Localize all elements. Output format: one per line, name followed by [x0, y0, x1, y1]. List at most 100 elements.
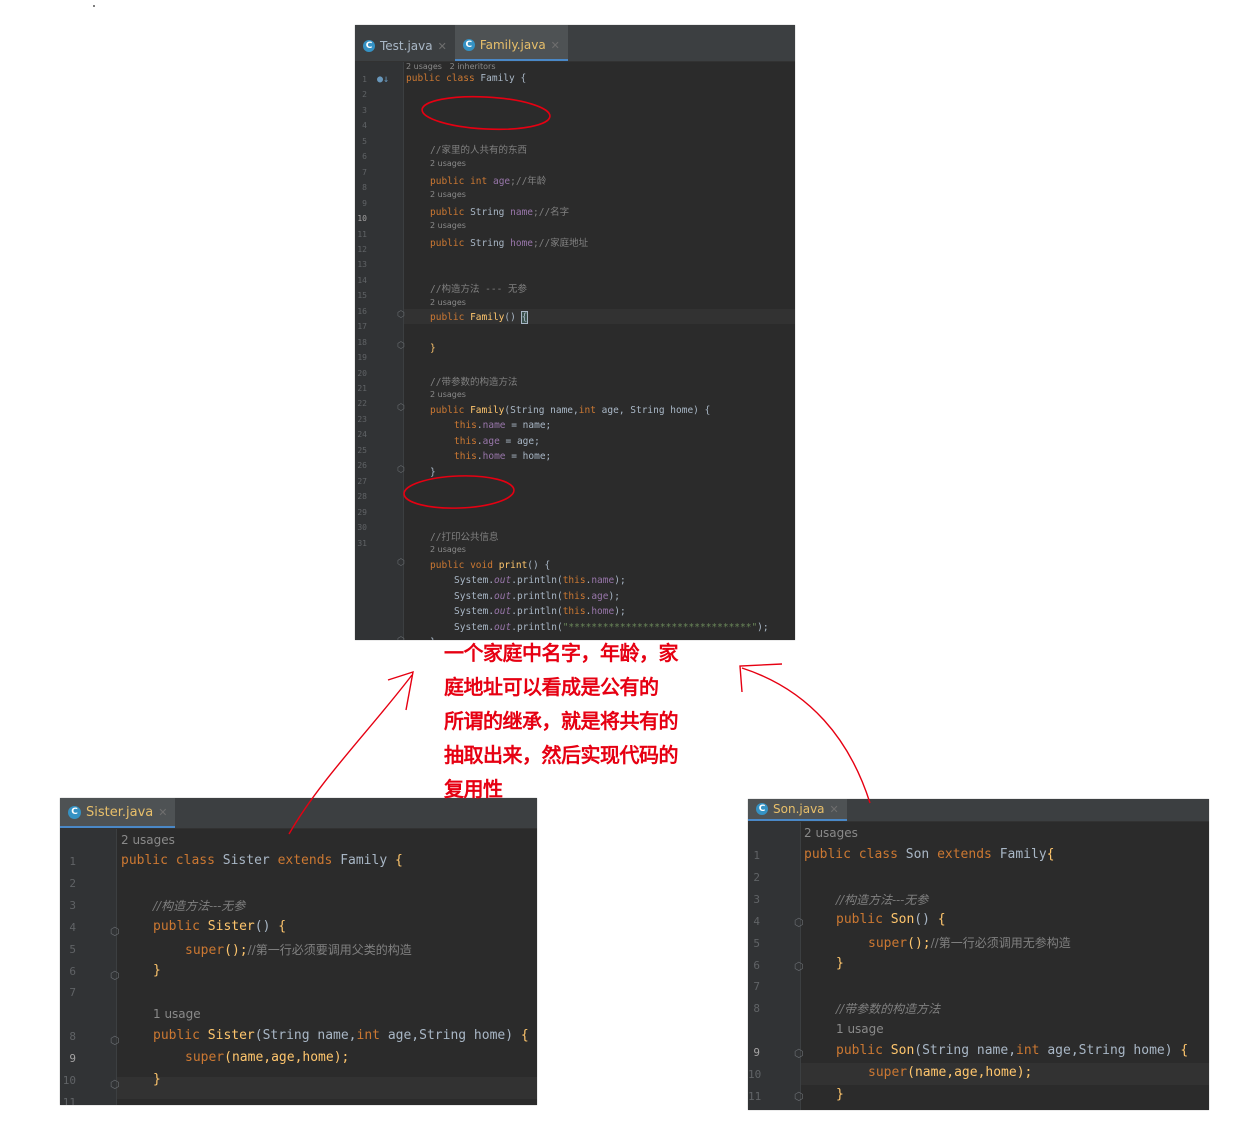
line-number: 27 — [357, 476, 367, 486]
line-number: 6 — [69, 964, 76, 978]
text-caret: { — [520, 311, 529, 324]
code-line-5: super();//第一行必须调用无参构造 — [868, 936, 1071, 951]
close-icon[interactable]: ✕ — [551, 39, 560, 52]
fold-icon[interactable]: ⬡ — [794, 1090, 804, 1103]
annotation-text: 一个家庭中名字，年龄，家 庭地址可以看成是公有的 所谓的继承，就是将共有的 抽取… — [444, 636, 704, 806]
usage-hint[interactable]: 2 usages — [121, 833, 175, 847]
code-line-6: } — [153, 963, 161, 978]
fold-icon[interactable]: ⬡ — [110, 969, 120, 982]
line-number: 2 — [753, 870, 760, 884]
code-line-1: public class Family { — [406, 73, 527, 84]
sister-editor: C Sister.java ✕ 1 2 3 4 5 6 7 8 9 10 11 ⬡ ⬡ ⬡ ⬡ 2 … — [60, 798, 537, 1105]
java-class-icon: C — [363, 40, 375, 52]
line-number: 2 — [362, 90, 367, 100]
fold-icon[interactable]: ⬡ — [110, 925, 120, 938]
close-icon[interactable]: ✕ — [438, 40, 447, 53]
line-number: 15 — [357, 291, 367, 301]
usage-hint[interactable]: 2 usages 2 inheritors — [406, 62, 496, 71]
line-number: 6 — [362, 152, 367, 162]
tab-label: Test.java — [380, 39, 433, 53]
fold-icon[interactable]: ⬡ — [794, 916, 804, 929]
usage-hint[interactable]: 1 usage — [153, 1007, 201, 1021]
code-line-12: } — [430, 343, 436, 354]
code-line-25: System.out.println(this.name); — [454, 575, 626, 586]
usage-hint[interactable]: 2 usages — [430, 298, 466, 307]
fold-icon[interactable]: ⬡ — [110, 1034, 120, 1047]
fold-icon[interactable]: ⬡ — [397, 636, 405, 640]
close-icon[interactable]: ✕ — [158, 806, 167, 819]
line-number: 7 — [753, 980, 760, 994]
java-class-icon: C — [462, 39, 475, 51]
current-line-highlight — [355, 309, 795, 324]
line-number: 10 — [357, 214, 367, 224]
tab-label: Son.java — [773, 802, 825, 816]
usage-hint[interactable]: 2 usages — [430, 159, 466, 168]
code-comment: //家里的人共有的东西 — [430, 145, 527, 156]
fold-icon[interactable]: ⬡ — [397, 310, 405, 320]
usage-hint[interactable]: 2 usages — [430, 390, 466, 399]
tab-family-java[interactable]: C Family.java ✕ — [454, 25, 568, 61]
code-line-15: public Family(String name,int age, Strin… — [430, 405, 711, 416]
usage-hint[interactable]: 2 usages — [430, 190, 466, 199]
fold-icon[interactable]: ⬡ — [794, 960, 804, 973]
line-number: 3 — [753, 892, 760, 906]
code-line-18: this.home = home; — [454, 451, 552, 462]
line-number: 24 — [357, 430, 367, 440]
usage-hint[interactable]: 2 usages — [804, 826, 858, 840]
code-line-19: } — [430, 467, 436, 478]
fold-icon[interactable]: ⬡ — [794, 1047, 804, 1060]
line-number: 1 — [362, 75, 367, 84]
code-line-6: } — [836, 956, 844, 971]
tab-sister-java[interactable]: C Sister.java ✕ — [60, 798, 176, 828]
fold-icon[interactable]: ⬡ — [110, 1078, 120, 1091]
annotation-line: 抽取出来，然后实现代码的 — [444, 743, 679, 767]
tab-son-java[interactable]: C Son.java ✕ — [748, 799, 847, 821]
code-line-26: System.out.println(this.age); — [454, 591, 620, 602]
sister-code-area[interactable]: 1 2 3 4 5 6 7 8 9 10 11 ⬡ ⬡ ⬡ ⬡ 2 usages public cl… — [60, 829, 537, 1105]
code-line-6: public String home;//家庭地址 — [430, 238, 589, 249]
usage-hint[interactable]: 1 usage — [836, 1022, 884, 1036]
line-number: 8 — [69, 1030, 76, 1044]
family-code-area[interactable]: 1 2 3 4 5 6 7 8 9 10 11 12 13 14 15 16 17 18 19 20 21 22 23 24 2… — [355, 62, 795, 640]
annotation-line: 庭地址可以看成是公有的 — [444, 675, 659, 699]
line-number: 10 — [748, 1068, 762, 1081]
line-number: 26 — [357, 461, 367, 471]
line-number: 22 — [357, 399, 367, 409]
current-line-highlight — [60, 1077, 537, 1099]
line-number: 11 — [357, 229, 367, 239]
son-code-area[interactable]: 1 2 3 4 5 6 7 8 9 10 11 ⬡ ⬡ ⬡ ⬡ 2 usages public cl… — [748, 822, 1209, 1110]
line-number: 4 — [753, 914, 760, 928]
code-line-17: this.age = age; — [454, 436, 540, 447]
line-number: 19 — [357, 353, 367, 363]
fold-icon[interactable]: ⬡ — [397, 341, 405, 351]
override-marker-icon: ●↓ — [377, 74, 390, 85]
line-number: 11 — [62, 1095, 76, 1105]
line-number: 17 — [357, 322, 367, 332]
line-number: 13 — [357, 260, 367, 270]
line-number: 28 — [357, 492, 367, 502]
usage-hint[interactable]: 2 usages — [430, 221, 466, 230]
line-number: 16 — [357, 306, 367, 316]
line-number: 23 — [357, 414, 367, 424]
line-number: 31 — [357, 538, 367, 548]
line-number: 5 — [362, 136, 367, 146]
close-icon[interactable]: ✕ — [830, 803, 839, 816]
code-line-8: public Sister(String name,int age,String… — [153, 1028, 529, 1043]
line-number: 1 — [69, 855, 76, 868]
code-comment: //构造方法---无参 — [836, 893, 929, 907]
family-tabbar: C Test.java ✕ C Family.java ✕ — [355, 25, 795, 62]
code-line-10: } — [153, 1072, 161, 1087]
code-line-29: } — [430, 637, 436, 640]
code-line-24: public void print() { — [430, 560, 551, 571]
fold-icon[interactable]: ⬡ — [397, 465, 405, 475]
tab-label: Family.java — [479, 38, 546, 52]
annotation-line: 复用性 — [444, 777, 503, 801]
fold-icon[interactable]: ⬡ — [397, 558, 405, 568]
annotation-line: 一个家庭中名字，年龄，家 — [444, 641, 679, 665]
line-number: 6 — [753, 958, 760, 972]
tab-test-java[interactable]: C Test.java ✕ — [355, 25, 455, 61]
line-number: 8 — [362, 183, 367, 193]
line-number: 9 — [753, 1046, 760, 1060]
usage-hint[interactable]: 2 usages — [430, 545, 466, 554]
fold-icon[interactable]: ⬡ — [397, 403, 405, 413]
